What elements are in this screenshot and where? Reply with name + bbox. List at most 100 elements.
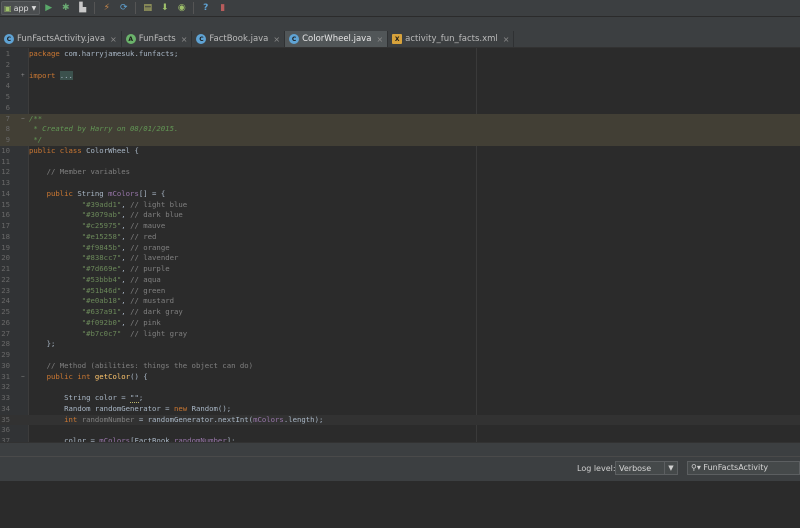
code-line[interactable]: 1 package com.harryjamesuk.funfacts; [0, 49, 800, 60]
code-line[interactable]: 15 "#39add1", // light blue [0, 200, 800, 211]
close-icon[interactable]: × [273, 35, 280, 44]
log-level-value: Verbose [619, 464, 652, 473]
line-number: 20 [1, 253, 10, 263]
navigation-bar [0, 17, 800, 31]
code-line[interactable]: 8 * Created by Harry on 08/01/2015. [0, 124, 800, 135]
code-text: "#f092b0", // pink [29, 318, 161, 329]
logcat-filter-input[interactable]: ⚲▾ FunFactsActivity [687, 461, 800, 475]
editor-tab[interactable]: A FunFacts × [122, 31, 193, 47]
horizontal-scrollbar[interactable] [0, 442, 800, 457]
code-line[interactable]: 4 [0, 81, 800, 92]
project-structure-icon[interactable]: ⚡ [101, 3, 112, 14]
code-line[interactable]: 30 // Method (abilities: things the obje… [0, 361, 800, 372]
code-line[interactable]: 26 "#f092b0", // pink [0, 318, 800, 329]
code-line[interactable]: 10 public class ColorWheel { [0, 146, 800, 157]
code-line[interactable]: 28 }; [0, 339, 800, 350]
line-number: 32 [1, 382, 10, 392]
code-line[interactable]: 7 −/** [0, 113, 800, 125]
code-token: , [121, 210, 131, 220]
code-token: // light blue [130, 199, 188, 209]
avd-manager-icon[interactable]: ▤ [142, 3, 153, 14]
editor-tab[interactable]: C ColorWheel.java × [285, 31, 389, 47]
debug-icon[interactable]: ✱ [60, 3, 71, 14]
code-token: "#f092b0" [29, 317, 122, 327]
code-line[interactable]: 33 String color = ""; [0, 393, 800, 404]
code-line[interactable]: 34 Random randomGenerator = new Random()… [0, 404, 800, 415]
code-line[interactable]: 36 [0, 425, 800, 436]
code-line[interactable]: 3 + import ... [0, 70, 800, 82]
sdk-manager-icon[interactable]: ⬇ [159, 3, 170, 14]
code-line[interactable]: 35 int randomNumber = randomGenerator.ne… [0, 414, 800, 426]
code-text: }; [29, 339, 56, 350]
line-number: 30 [1, 360, 10, 370]
code-line[interactable]: 5 [0, 92, 800, 103]
android-file-icon: A [125, 34, 136, 44]
code-line[interactable]: 12 // Member variables [0, 167, 800, 178]
code-token: // green [130, 285, 166, 295]
code-text: */ [29, 135, 42, 146]
close-icon[interactable]: × [376, 35, 383, 44]
close-icon[interactable]: × [110, 35, 117, 44]
code-token: // mauve [130, 221, 166, 230]
code-line[interactable]: 23 "#51b46d", // green [0, 286, 800, 297]
code-token: "#637a91" [29, 307, 122, 316]
code-line[interactable]: 14 public String mColors[] = { [0, 189, 800, 200]
code-token: public [29, 188, 78, 198]
code-token: com.harryjamesuk.funfacts; [64, 49, 179, 58]
code-line[interactable]: 2 [0, 60, 800, 71]
code-token: , [121, 296, 131, 306]
code-token: package [29, 49, 65, 58]
code-line[interactable]: 25 "#637a91", // dark gray [0, 307, 800, 318]
code-line[interactable]: 13 [0, 178, 800, 189]
code-token: randomNumber [81, 414, 135, 424]
code-line[interactable]: 9 */ [0, 135, 800, 146]
code-line[interactable]: 29 [0, 350, 800, 361]
code-line[interactable]: 6 [0, 103, 800, 114]
logcat-output[interactable] [0, 481, 800, 528]
editor-tab[interactable]: Xactivity_fun_facts.xml × [388, 31, 515, 47]
run-configuration-select[interactable]: ▣ app ▼ [1, 1, 41, 15]
chevron-down-icon: ▼ [31, 4, 37, 12]
code-text: // Method (abilities: things the object … [29, 361, 254, 372]
code-line[interactable]: 11 [0, 157, 800, 168]
line-number: 33 [1, 393, 10, 402]
line-number: 10 [1, 145, 10, 155]
attach-debugger-icon[interactable]: ▙ [77, 3, 88, 14]
code-line[interactable]: 22 "#53bbb4", // aqua [0, 275, 800, 286]
code-line[interactable]: 24 "#e0ab18", // mustard [0, 296, 800, 307]
help-icon[interactable]: ? [200, 3, 211, 14]
line-number: 28 [1, 339, 10, 349]
editor-tab[interactable]: C FunFactsActivity.java × [0, 31, 122, 47]
close-icon[interactable]: × [503, 35, 510, 44]
sync-icon[interactable]: ⟳ [118, 3, 129, 14]
fold-toggle-icon[interactable]: + [21, 71, 25, 82]
code-line[interactable]: 18 "#e15258", // red [0, 232, 800, 243]
code-line[interactable]: 20 "#838cc7", // lavender [0, 253, 800, 264]
line-number: 12 [1, 167, 10, 177]
fold-toggle-icon[interactable]: − [21, 372, 25, 383]
code-token: // aqua [130, 274, 161, 284]
android-device-icon[interactable]: ▮ [217, 3, 228, 14]
code-line[interactable]: 17 "#c25975", // mauve [0, 221, 800, 232]
code-line[interactable]: 16 "#3079ab", // dark blue [0, 210, 800, 221]
editor-tab[interactable]: C FactBook.java × [192, 31, 286, 47]
code-text: public int getColor() { [29, 372, 148, 383]
line-number: 22 [1, 274, 10, 284]
close-icon[interactable]: × [181, 35, 188, 44]
code-line[interactable]: 27 "#b7c0c7" // light gray [0, 329, 800, 340]
code-line[interactable]: 31 − public int getColor() { [0, 372, 800, 383]
code-token: "#c25975" [29, 221, 122, 230]
android-monitor-icon[interactable]: ◉ [176, 3, 187, 14]
tab-label: FactBook.java [209, 34, 269, 44]
fold-toggle-icon[interactable]: − [21, 114, 25, 125]
code-text: int randomNumber = randomGenerator.nextI… [29, 415, 323, 426]
code-editor[interactable]: 1 package com.harryjamesuk.funfacts; 2 3 + im… [0, 48, 800, 442]
run-icon[interactable]: ▶ [43, 3, 54, 14]
log-level-select[interactable]: Verbose ▼ [615, 461, 678, 475]
code-line[interactable]: 32 [0, 382, 800, 393]
code-text: public String mColors[] = { [29, 188, 166, 200]
code-line[interactable]: 19 "#f9845b", // orange [0, 243, 800, 254]
code-line[interactable]: 21 "#7d669e", // purple [0, 264, 800, 275]
code-text: public class ColorWheel { [29, 146, 139, 157]
